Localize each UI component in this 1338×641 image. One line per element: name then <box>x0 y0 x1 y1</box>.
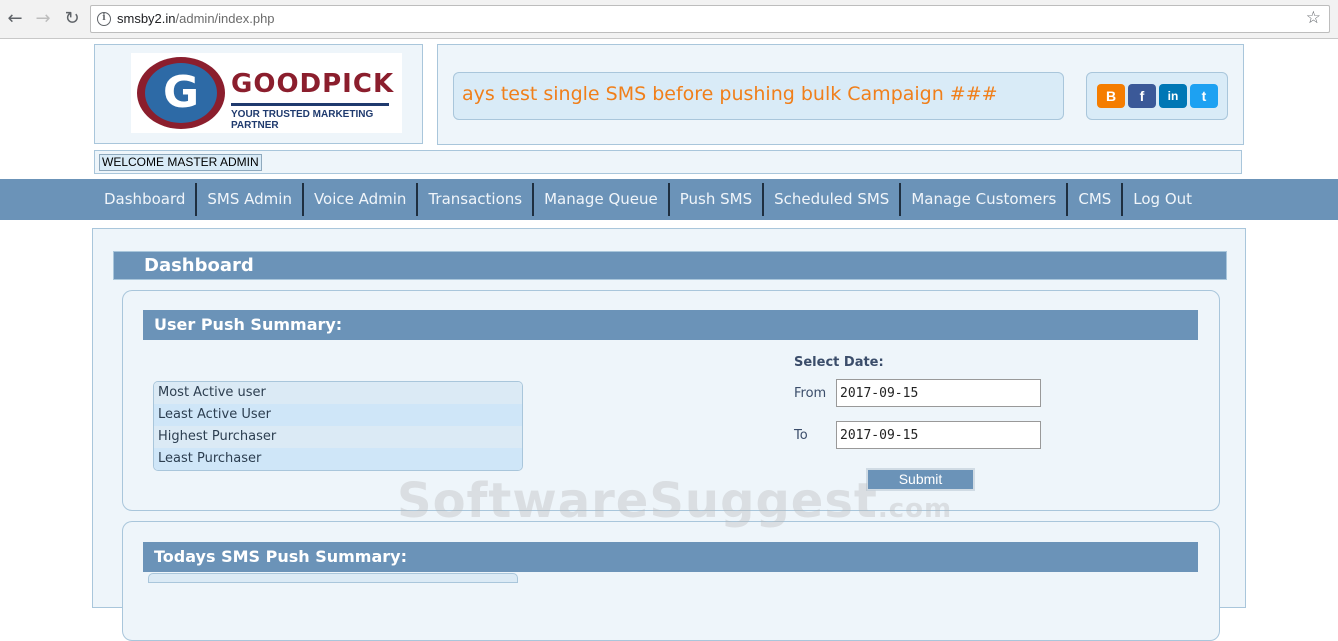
watermark: SoftwareSuggest.com <box>397 473 952 529</box>
to-label: To <box>794 428 808 443</box>
news-ticker: ays test single SMS before pushing bulk … <box>453 72 1064 120</box>
user-summary-list: Most Active user Least Active User Highe… <box>153 381 523 471</box>
dashboard-content: Dashboard User Push Summary: Most Active… <box>92 228 1246 641</box>
menu-item-cms[interactable]: CMS <box>1068 183 1124 216</box>
list-item-least-active-user[interactable]: Least Active User <box>154 404 522 426</box>
reload-icon[interactable]: ↻ <box>61 8 83 30</box>
logo-panel: G GOODPICK YOUR TRUSTED MARKETING PARTNE… <box>94 44 423 144</box>
menu-item-dashboard[interactable]: Dashboard <box>94 183 198 216</box>
todays-sms-push-summary-panel: Todays SMS Push Summary: <box>122 521 1220 641</box>
watermark-main: SoftwareSuggest <box>397 473 878 529</box>
user-push-summary-title: User Push Summary: <box>154 315 343 334</box>
to-date-input[interactable] <box>836 421 1041 449</box>
facebook-icon[interactable]: f <box>1128 84 1156 108</box>
star-icon[interactable]: ☆ <box>1306 8 1321 28</box>
from-label: From <box>794 386 827 401</box>
twitter-icon[interactable]: t <box>1190 84 1218 108</box>
menu-item-manage-queue[interactable]: Manage Queue <box>534 183 670 216</box>
social-links: B f in t <box>1086 72 1228 120</box>
url-text[interactable]: smsby2.in/admin/index.php <box>117 11 275 26</box>
list-item-highest-purchaser[interactable]: Highest Purchaser <box>154 426 522 448</box>
todays-sms-push-summary-title: Todays SMS Push Summary: <box>154 547 407 566</box>
logo-divider <box>231 103 389 106</box>
welcome-bar: WELCOME MASTER ADMIN <box>94 150 1242 174</box>
logo-tagline: YOUR TRUSTED MARKETING PARTNER <box>231 109 374 131</box>
user-push-summary-header: User Push Summary: <box>143 310 1198 340</box>
url-path: /admin/index.php <box>175 11 275 26</box>
menu-item-sms-admin[interactable]: SMS Admin <box>197 183 304 216</box>
blogger-icon[interactable]: B <box>1097 84 1125 108</box>
logo-name: GOODPICK <box>231 69 395 99</box>
forward-arrow-icon[interactable]: → <box>32 8 54 30</box>
watermark-suffix: .com <box>877 494 953 524</box>
menu-item-transactions[interactable]: Transactions <box>418 183 535 216</box>
browser-toolbar: ← → ↻ i smsby2.in/admin/index.php ☆ <box>0 0 1338 39</box>
menu-item-push-sms[interactable]: Push SMS <box>670 183 765 216</box>
menu-item-manage-customers[interactable]: Manage Customers <box>901 183 1069 216</box>
todays-sms-push-summary-header: Todays SMS Push Summary: <box>143 542 1198 572</box>
welcome-message: WELCOME MASTER ADMIN <box>99 154 262 171</box>
page-title: Dashboard <box>144 255 254 276</box>
list-item-least-purchaser[interactable]: Least Purchaser <box>154 448 522 470</box>
menu-item-scheduled-sms[interactable]: Scheduled SMS <box>764 183 902 216</box>
logo-emblem-inner: G <box>145 63 217 123</box>
list-item-most-active-user[interactable]: Most Active user <box>154 382 522 404</box>
menu-item-voice-admin[interactable]: Voice Admin <box>304 183 419 216</box>
main-menu-bar: Dashboard SMS Admin Voice Admin Transact… <box>0 179 1338 220</box>
url-host: smsby2.in <box>117 11 176 26</box>
logo-emblem: G <box>137 57 225 129</box>
ticker-panel: ays test single SMS before pushing bulk … <box>437 44 1244 145</box>
from-date-input[interactable] <box>836 379 1041 407</box>
todays-summary-list <box>148 573 518 583</box>
back-arrow-icon[interactable]: ← <box>4 8 26 30</box>
select-date-label: Select Date: <box>794 355 884 370</box>
ticker-text: ays test single SMS before pushing bulk … <box>462 83 998 105</box>
goodpick-logo[interactable]: G GOODPICK YOUR TRUSTED MARKETING PARTNE… <box>131 53 402 133</box>
info-icon[interactable]: i <box>97 12 111 26</box>
linkedin-icon[interactable]: in <box>1159 84 1187 108</box>
address-bar[interactable]: i smsby2.in/admin/index.php ☆ <box>90 5 1330 33</box>
main-menu: Dashboard SMS Admin Voice Admin Transact… <box>94 183 1202 216</box>
page: G GOODPICK YOUR TRUSTED MARKETING PARTNE… <box>0 40 1338 641</box>
logo-g-icon: G <box>162 67 200 118</box>
dashboard-header: Dashboard <box>113 251 1227 280</box>
menu-item-log-out[interactable]: Log Out <box>1123 183 1202 216</box>
